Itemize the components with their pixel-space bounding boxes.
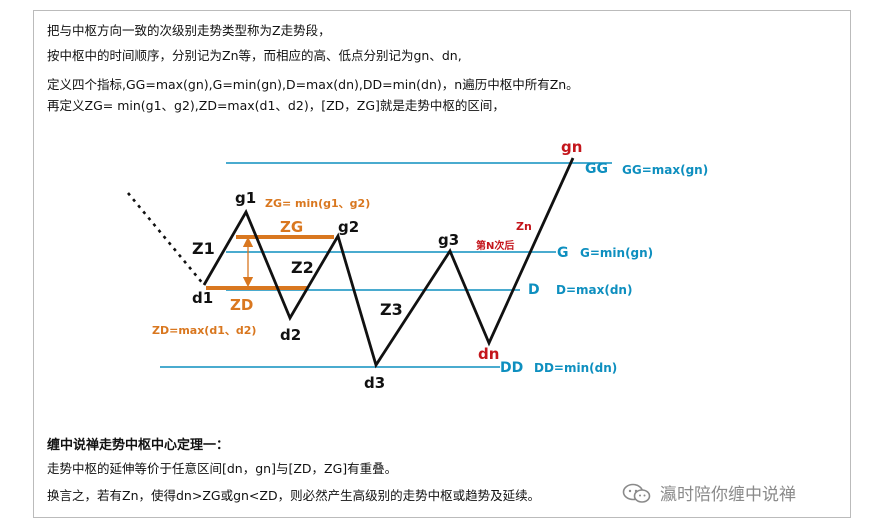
label-g3: g3 — [438, 231, 459, 249]
watermark-text: 瀛时陪你缠中说禅 — [660, 485, 796, 505]
price-path — [202, 157, 575, 369]
label-g2: g2 — [338, 218, 359, 236]
label-z1: Z1 — [192, 239, 215, 258]
label-d1: d1 — [192, 289, 213, 307]
label-d2: d2 — [280, 326, 301, 344]
theorem-line-1: 走势中枢的延伸等价于任意区间[dn，gn]与[ZD，ZG]有重叠。 — [47, 461, 398, 476]
label-g1: g1 — [235, 189, 256, 207]
label-dd: DD — [500, 360, 523, 376]
label-gg: GG — [585, 161, 608, 177]
label-zg: ZG — [280, 218, 303, 236]
theorem-line-2: 换言之，若有Zn，使得dn>ZG或gn<ZD，则必然产生高级别的走势中枢或趋势及… — [47, 488, 541, 503]
label-zg-def: ZG= min(g1、g2) — [265, 197, 370, 210]
label-zn: Zn — [516, 220, 532, 233]
label-gn: gn — [561, 138, 582, 156]
label-zd: ZD — [230, 296, 253, 314]
label-d-formula: D=max(dn) — [556, 283, 632, 297]
label-zd-def: ZD=max(d1、d2) — [152, 324, 256, 337]
label-gg-formula: GG=max(gn) — [622, 163, 708, 177]
label-z3: Z3 — [380, 300, 403, 319]
label-nth: 第N次后 — [476, 239, 514, 252]
label-d3: d3 — [364, 374, 385, 392]
label-g: G — [557, 245, 569, 261]
theorem-title: 缠中说禅走势中枢中心定理一： — [47, 438, 230, 453]
label-dn: dn — [478, 345, 499, 363]
wechat-icon — [622, 483, 651, 503]
watermark: 瀛时陪你缠中说禅 — [622, 480, 796, 505]
label-g-formula: G=min(gn) — [580, 246, 653, 260]
label-z2: Z2 — [291, 258, 314, 277]
label-d: D — [528, 282, 540, 298]
label-dd-formula: DD=min(dn) — [534, 361, 617, 375]
